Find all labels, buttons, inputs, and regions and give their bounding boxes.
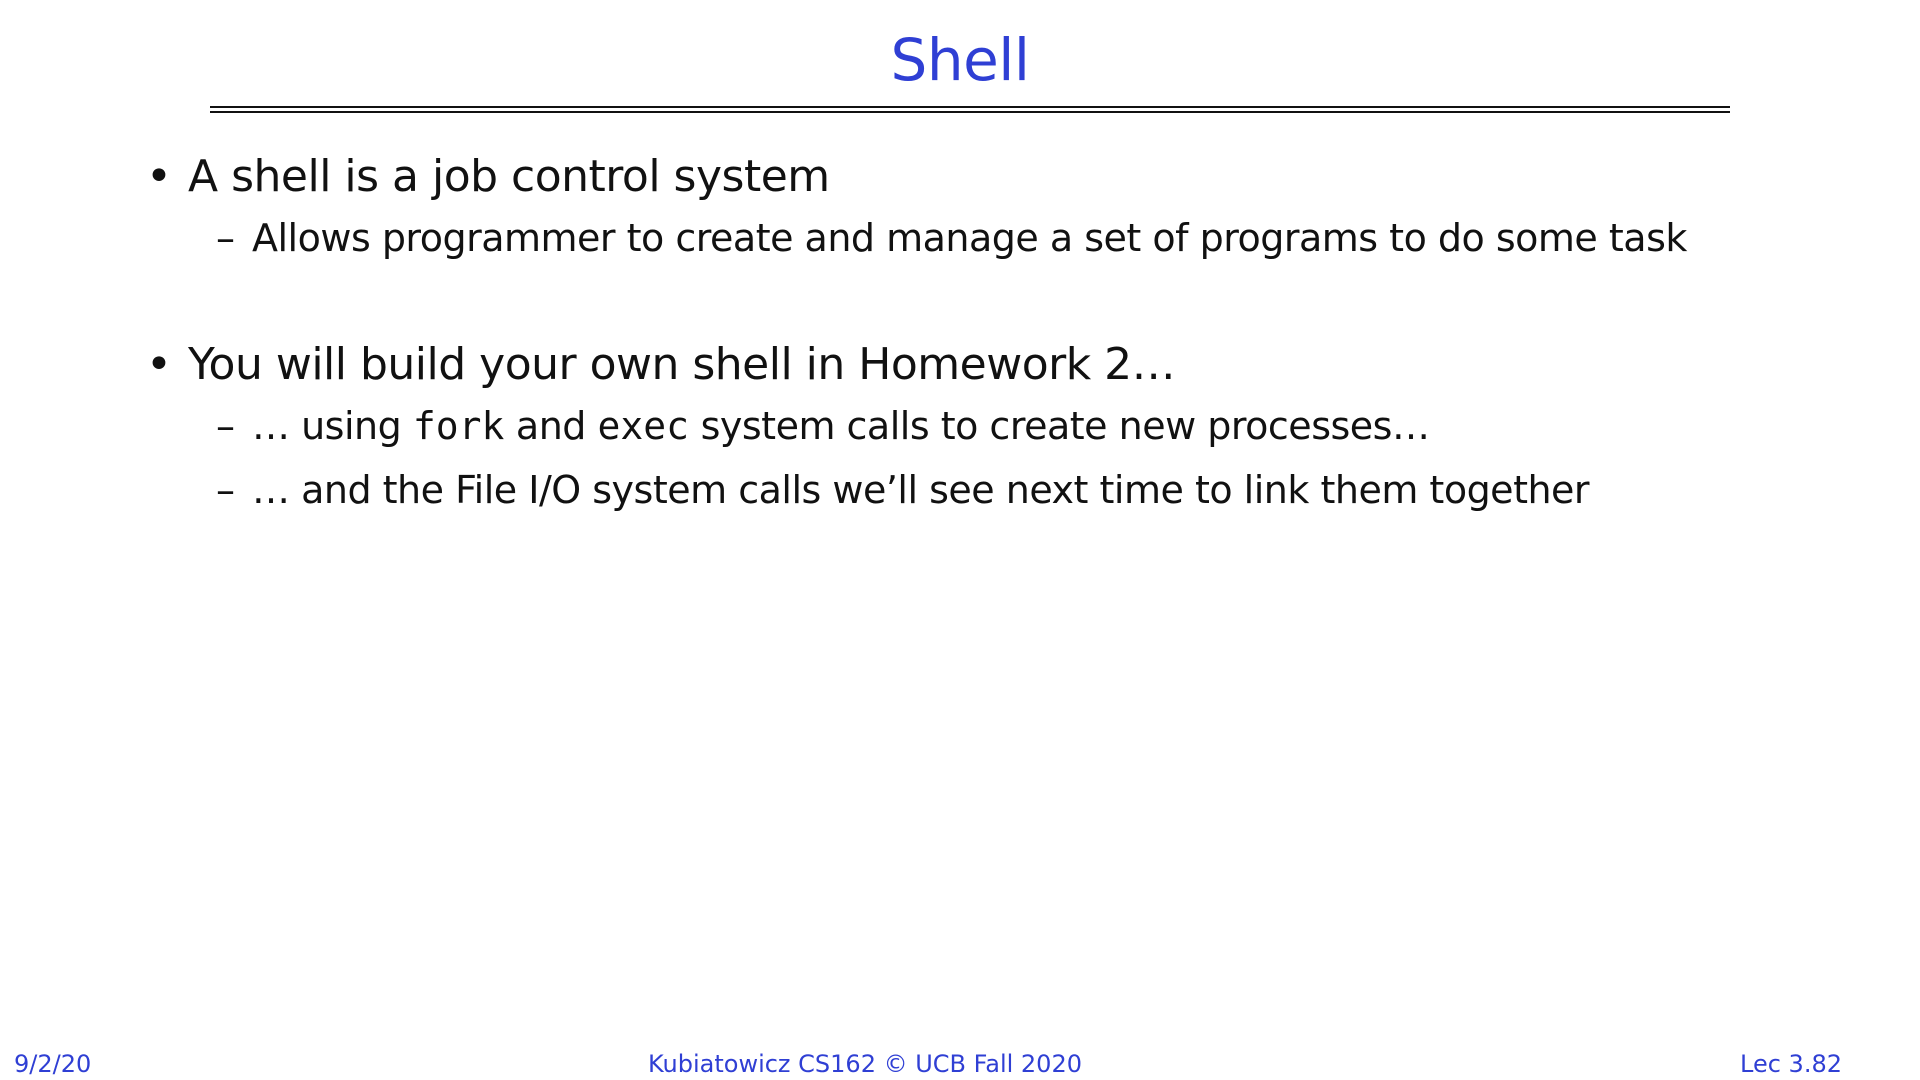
bullet-marker: • bbox=[146, 339, 172, 390]
sub-bullet-text-mid: and bbox=[504, 404, 598, 448]
slide-title: Shell bbox=[890, 26, 1031, 94]
title-rule-top bbox=[210, 106, 1730, 108]
sub-bullet-text-post: system calls to create new processes… bbox=[689, 404, 1430, 448]
title-rule-bottom bbox=[210, 111, 1730, 113]
bullet-text: A shell is a job control system bbox=[188, 151, 830, 202]
sub-bullet-item: – Allows programmer to create and manage… bbox=[140, 206, 1840, 270]
dash-marker: – bbox=[216, 216, 235, 260]
slide-content: • A shell is a job control system – Allo… bbox=[140, 148, 1840, 522]
sub-bullet-text-pre: … using bbox=[252, 404, 413, 448]
sub-bullet-item: – … and the File I/O system calls we’ll … bbox=[140, 458, 1840, 522]
code-exec: exec bbox=[597, 404, 689, 448]
dash-marker: – bbox=[216, 404, 235, 448]
bullet-item: • You will build your own shell in Homew… bbox=[140, 336, 1840, 394]
bullet-item: • A shell is a job control system bbox=[140, 148, 1840, 206]
footer-course: Kubiatowicz CS162 © UCB Fall 2020 bbox=[647, 1050, 1082, 1078]
slide: Shell • A shell is a job control system … bbox=[0, 0, 1920, 1080]
dash-marker: – bbox=[216, 468, 235, 512]
bullet-text: You will build your own shell in Homewor… bbox=[188, 339, 1176, 390]
footer-lecture-number: Lec 3.82 bbox=[1740, 1050, 1842, 1078]
sub-bullet-item: – … using fork and exec system calls to … bbox=[140, 394, 1840, 458]
code-fork: fork bbox=[412, 404, 505, 448]
sub-bullet-text: Allows programmer to create and manage a… bbox=[252, 216, 1687, 260]
bullet-marker: • bbox=[146, 151, 172, 202]
sub-bullet-text: … and the File I/O system calls we’ll se… bbox=[252, 468, 1590, 512]
